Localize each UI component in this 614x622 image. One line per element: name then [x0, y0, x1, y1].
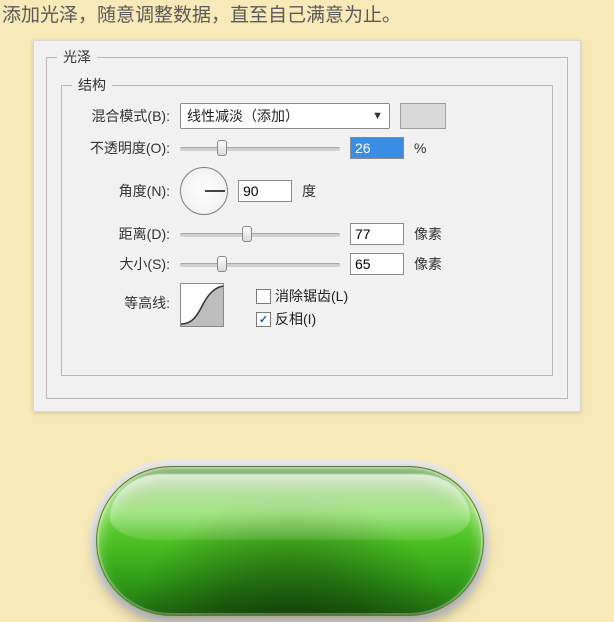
contour-picker[interactable]: ▾: [180, 283, 224, 327]
row-distance: 距离(D): 像素: [72, 223, 542, 245]
invert-checkbox[interactable]: ✓ 反相(I): [256, 309, 348, 329]
antialias-checkbox[interactable]: 消除锯齿(L): [256, 286, 348, 306]
opacity-label: 不透明度(O):: [82, 138, 170, 158]
invert-label: 反相(I): [275, 309, 316, 329]
distance-input[interactable]: [350, 223, 404, 245]
row-opacity: 不透明度(O): %: [72, 137, 542, 159]
satin-panel: 光泽 结构 混合模式(B): 线性减淡（添加） ▼ 不透明度(O): %: [33, 40, 581, 412]
group-satin: 光泽 结构 混合模式(B): 线性减淡（添加） ▼ 不透明度(O): %: [46, 47, 568, 399]
group-structure-legend: 结构: [72, 75, 112, 95]
angle-dial[interactable]: [180, 167, 228, 215]
angle-unit: 度: [302, 181, 316, 201]
contour-label: 等高线:: [82, 283, 170, 313]
size-slider[interactable]: [180, 255, 340, 273]
checkbox-icon: ✓: [256, 312, 271, 327]
opacity-slider[interactable]: [180, 139, 340, 157]
capsule-shape: [96, 466, 484, 616]
size-unit: 像素: [414, 254, 442, 274]
angle-label: 角度(N):: [82, 181, 170, 201]
blend-mode-value: 线性减淡（添加）: [187, 106, 299, 126]
opacity-unit: %: [414, 140, 426, 156]
distance-label: 距离(D):: [82, 224, 170, 244]
size-label: 大小(S):: [82, 254, 170, 274]
row-size: 大小(S): 像素: [72, 253, 542, 275]
distance-slider[interactable]: [180, 225, 340, 243]
group-structure: 结构 混合模式(B): 线性减淡（添加） ▼ 不透明度(O): % 角度(N):: [61, 75, 553, 376]
row-angle: 角度(N): 度: [72, 167, 542, 215]
angle-input[interactable]: [238, 180, 292, 202]
checkbox-icon: [256, 289, 271, 304]
distance-unit: 像素: [414, 224, 442, 244]
group-satin-legend: 光泽: [57, 47, 97, 67]
blend-color-swatch[interactable]: [400, 103, 446, 129]
blend-mode-combo[interactable]: 线性减淡（添加） ▼: [180, 103, 390, 129]
antialias-label: 消除锯齿(L): [275, 286, 348, 306]
row-blend-mode: 混合模式(B): 线性减淡（添加） ▼: [72, 103, 542, 129]
chevron-down-icon: ▼: [372, 110, 383, 122]
size-input[interactable]: [350, 253, 404, 275]
contour-curve-icon: [181, 284, 223, 326]
opacity-input[interactable]: [350, 137, 404, 159]
row-contour: 等高线: ▾ 消除锯齿(L): [72, 283, 542, 332]
result-preview: [96, 466, 484, 616]
blend-mode-label: 混合模式(B):: [82, 106, 170, 126]
instruction-text: 添加光泽，随意调整数据，直至自己满意为止。: [0, 0, 614, 27]
